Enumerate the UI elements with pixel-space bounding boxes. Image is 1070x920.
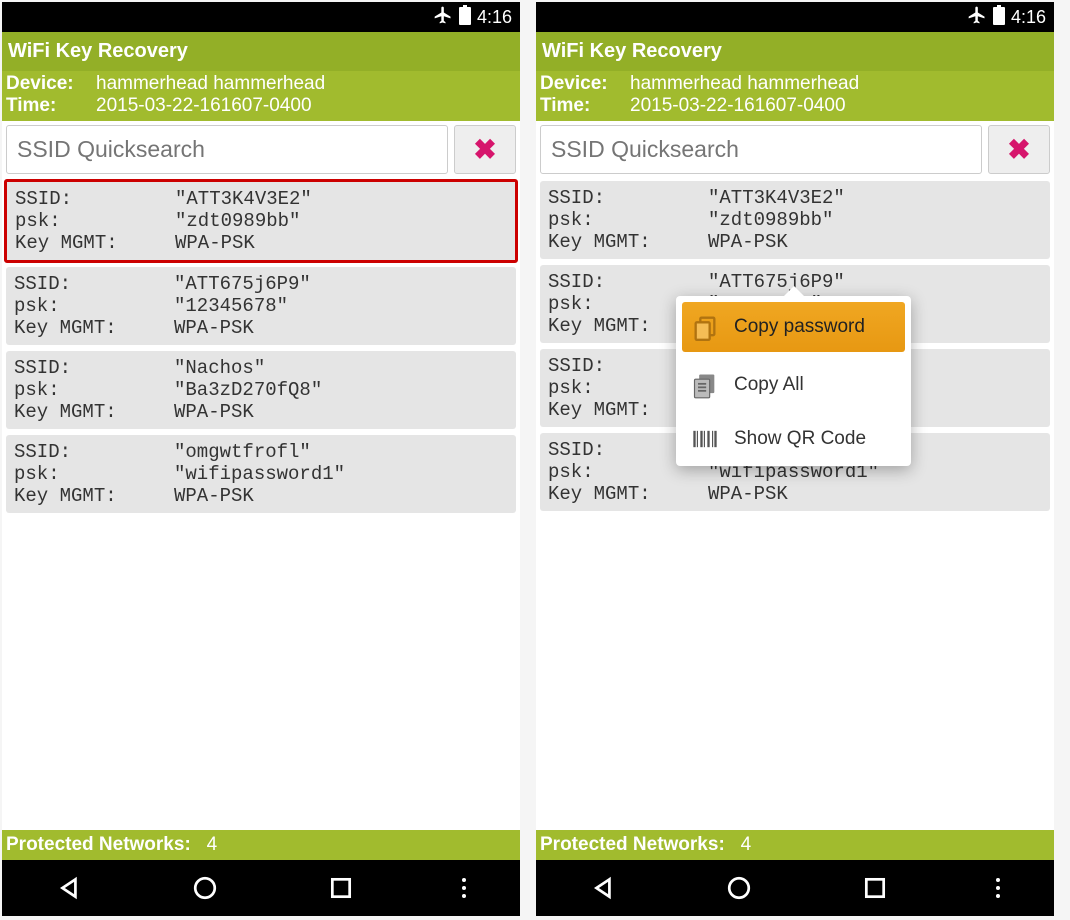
network-list: SSID:"ATT3K4V3E2" psk:"zdt0989bb" Key MG…: [2, 178, 520, 830]
search-row: ✖: [536, 121, 1054, 178]
keymgmt-value: WPA-PSK: [175, 232, 255, 254]
barcode-icon: [690, 424, 720, 454]
status-bar: 4:16: [536, 2, 1054, 32]
device-label: Device:: [540, 73, 630, 95]
app-title: WiFi Key Recovery: [542, 40, 722, 62]
nav-more-button[interactable]: [996, 878, 1000, 898]
copy-icon: [690, 312, 720, 342]
network-card[interactable]: SSID:"ATT675j6P9" psk:"12345678" Key MGM…: [6, 267, 516, 345]
app-title-bar: WiFi Key Recovery: [536, 32, 1054, 71]
close-icon: ✖: [1007, 133, 1030, 166]
nav-recent-button[interactable]: [327, 874, 355, 902]
network-card[interactable]: SSID:"Nachos" psk:"Ba3zD270fQ8" Key MGMT…: [6, 351, 516, 429]
footer-bar: Protected Networks: 4: [536, 830, 1054, 860]
device-value: hammerhead hammerhead: [96, 73, 325, 95]
context-menu: Copy password Copy All Show QR Code: [676, 296, 911, 466]
app-title: WiFi Key Recovery: [8, 40, 188, 62]
menu-label: Show QR Code: [734, 428, 866, 450]
time-label: Time:: [540, 95, 630, 117]
nav-back-button[interactable]: [56, 874, 84, 902]
nav-back-button[interactable]: [590, 874, 618, 902]
nav-home-button[interactable]: [191, 874, 219, 902]
airplane-mode-icon: [433, 5, 453, 30]
clear-search-button[interactable]: ✖: [988, 125, 1050, 174]
search-input[interactable]: [540, 125, 982, 174]
battery-icon: [993, 5, 1005, 30]
info-bar: Device: hammerhead hammerhead Time: 2015…: [2, 71, 520, 121]
footer-label: Protected Networks:: [6, 834, 191, 855]
menu-show-qr[interactable]: Show QR Code: [676, 412, 911, 466]
psk-value: "zdt0989bb": [175, 210, 300, 232]
status-time: 4:16: [477, 7, 512, 28]
search-row: ✖: [2, 121, 520, 178]
time-label: Time:: [6, 95, 96, 117]
battery-icon: [459, 5, 471, 30]
info-bar: Device: hammerhead hammerhead Time: 2015…: [536, 71, 1054, 121]
device-label: Device:: [6, 73, 96, 95]
footer-count: 4: [741, 834, 752, 855]
popup-arrow-icon: [784, 286, 804, 296]
device-value: hammerhead hammerhead: [630, 73, 859, 95]
menu-label: Copy password: [734, 316, 865, 338]
copy-all-icon: [690, 370, 720, 400]
status-time: 4:16: [1011, 7, 1046, 28]
nav-more-button[interactable]: [462, 878, 466, 898]
network-card[interactable]: SSID:"ATT3K4V3E2" psk:"zdt0989bb" Key MG…: [540, 181, 1050, 259]
phone-right: 4:16 WiFi Key Recovery Device: hammerhea…: [536, 2, 1054, 916]
phone-left: 4:16 WiFi Key Recovery Device: hammerhea…: [2, 2, 520, 916]
menu-copy-password[interactable]: Copy password: [682, 302, 905, 352]
time-value: 2015-03-22-161607-0400: [630, 95, 846, 117]
time-value: 2015-03-22-161607-0400: [96, 95, 312, 117]
ssid-value: "ATT3K4V3E2": [175, 188, 312, 210]
navigation-bar: [536, 860, 1054, 916]
close-icon: ✖: [473, 133, 496, 166]
app-title-bar: WiFi Key Recovery: [2, 32, 520, 71]
footer-count: 4: [207, 834, 218, 855]
keymgmt-label: Key MGMT:: [15, 232, 175, 254]
clear-search-button[interactable]: ✖: [454, 125, 516, 174]
network-card[interactable]: SSID:"omgwtfrofl" psk:"wifipassword1" Ke…: [6, 435, 516, 513]
footer-bar: Protected Networks: 4: [2, 830, 520, 860]
airplane-mode-icon: [967, 5, 987, 30]
menu-copy-all[interactable]: Copy All: [676, 358, 911, 412]
status-bar: 4:16: [2, 2, 520, 32]
search-input[interactable]: [6, 125, 448, 174]
psk-label: psk:: [15, 210, 175, 232]
ssid-label: SSID:: [15, 188, 175, 210]
network-card[interactable]: SSID:"ATT3K4V3E2" psk:"zdt0989bb" Key MG…: [4, 179, 518, 263]
menu-label: Copy All: [734, 374, 804, 396]
network-list: SSID:"ATT3K4V3E2" psk:"zdt0989bb" Key MG…: [536, 178, 1054, 830]
footer-label: Protected Networks:: [540, 834, 725, 855]
nav-home-button[interactable]: [725, 874, 753, 902]
navigation-bar: [2, 860, 520, 916]
nav-recent-button[interactable]: [861, 874, 889, 902]
